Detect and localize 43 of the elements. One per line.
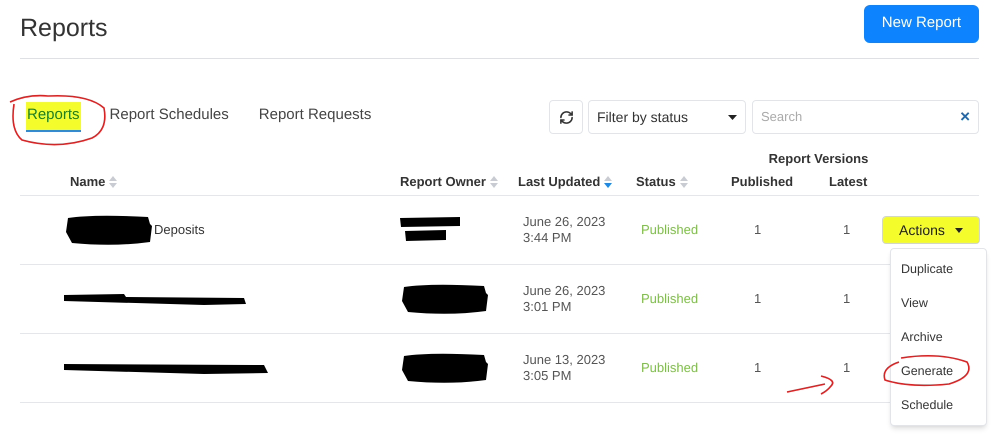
column-group-header: Report Versions xyxy=(768,150,868,168)
menu-item[interactable]: View xyxy=(891,294,938,312)
table-cell-text: 1 xyxy=(753,221,762,240)
sort-icon[interactable] xyxy=(490,176,498,188)
search-field[interactable]: Search × xyxy=(752,100,979,134)
menu-item[interactable]: Schedule xyxy=(891,396,964,414)
redaction-mark xyxy=(400,216,462,244)
tab[interactable]: Reports xyxy=(26,102,81,132)
column-header[interactable]: Latest xyxy=(829,172,868,192)
menu-item[interactable]: Duplicate xyxy=(891,260,964,278)
date-cell-text: June 26, 2023 3:01 PM xyxy=(522,283,606,315)
table-cell-text: 1 xyxy=(842,360,850,376)
column-header[interactable]: Published xyxy=(731,172,794,192)
actions-dropdown[interactable]: Actions xyxy=(882,216,980,244)
table-cell-text: 1 xyxy=(753,290,762,308)
tab[interactable]: Report Schedules xyxy=(108,102,230,132)
menu-item[interactable]: Generate xyxy=(891,362,964,380)
column-header[interactable]: Status xyxy=(636,172,676,192)
column-header[interactable]: Name xyxy=(70,172,106,192)
refresh-icon xyxy=(558,110,574,124)
sort-icon[interactable] xyxy=(680,176,688,188)
status-text: Published xyxy=(640,290,700,308)
date-cell-text: June 13, 2023 3:05 PM xyxy=(522,352,606,384)
status-filter-dropdown[interactable]: Filter by status xyxy=(588,100,746,134)
table-cell-text: 1 xyxy=(842,222,850,238)
table-cell-text: 1 xyxy=(842,291,850,306)
sort-icon[interactable] xyxy=(604,176,612,188)
refresh-button[interactable] xyxy=(549,100,583,134)
report-name[interactable]: Deposits xyxy=(154,220,205,240)
table-cell-text: 1 xyxy=(753,359,762,378)
page-title: Reports xyxy=(20,13,108,44)
date-cell-text: June 26, 2023 3:44 PM xyxy=(522,214,606,246)
caret-icon xyxy=(728,114,737,120)
tab[interactable]: Report Requests xyxy=(258,102,372,132)
column-header[interactable]: Last Updated xyxy=(518,172,600,192)
column-header[interactable]: Report Owner xyxy=(400,172,486,192)
new-report-button[interactable]: New Report xyxy=(864,4,979,42)
status-text: Published xyxy=(640,221,700,240)
menu-item[interactable]: Archive xyxy=(891,328,953,346)
caret-icon xyxy=(955,228,963,232)
status-text: Published xyxy=(640,359,700,378)
sort-icon[interactable] xyxy=(109,176,118,188)
clear-button[interactable]: × xyxy=(960,104,970,130)
